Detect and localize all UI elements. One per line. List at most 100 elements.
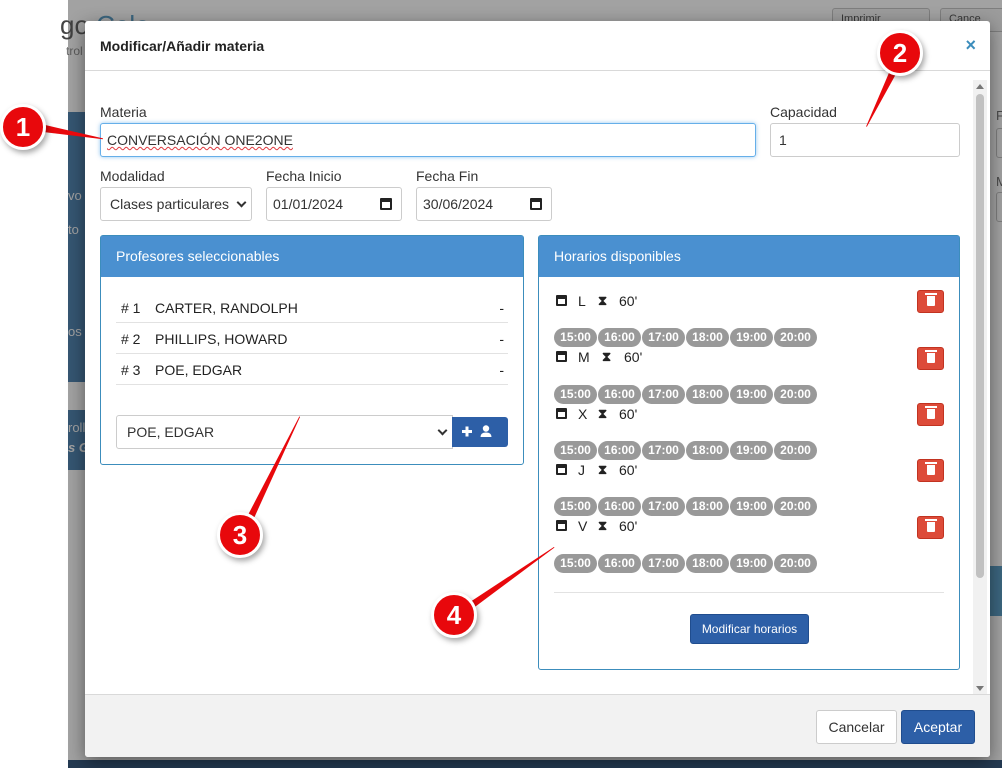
time-slots: 15:00 16:00 17:00 18:00 19:00 20:00 (554, 328, 817, 347)
capacidad-input[interactable]: 1 (770, 123, 960, 157)
duration-label: 60' (619, 406, 638, 422)
time-slot-pill: 17:00 (642, 328, 685, 347)
time-slot-pill: 17:00 (642, 497, 685, 516)
time-slot-pill: 19:00 (730, 441, 773, 460)
professor-number: # 1 (121, 300, 141, 316)
fecha-inicio-label: Fecha Inicio (266, 168, 342, 184)
callout-badge-1: 1 (0, 104, 46, 150)
edit-subject-modal: Modificar/Añadir materia × Materia CONVE… (85, 21, 990, 757)
time-slot-pill: 20:00 (774, 328, 817, 347)
professor-extra: - (499, 362, 504, 378)
calendar-icon (556, 520, 567, 531)
capacidad-label: Capacidad (770, 104, 837, 120)
time-slot-pill: 18:00 (686, 554, 729, 573)
background-bottom-bar (68, 760, 1002, 768)
trash-icon (925, 293, 937, 306)
professor-number: # 3 (121, 362, 141, 378)
calendar-icon[interactable] (530, 198, 542, 210)
day-label: L (578, 293, 586, 309)
chevron-down-icon (236, 197, 247, 208)
modify-schedules-button[interactable]: Modificar horarios (690, 614, 809, 644)
plus-icon (462, 426, 472, 437)
delete-schedule-button[interactable] (917, 403, 944, 426)
callout-badge-3: 3 (217, 512, 263, 558)
day-label: J (578, 462, 585, 478)
time-slot-pill: 19:00 (730, 328, 773, 347)
time-slot-pill: 18:00 (686, 385, 729, 404)
trash-icon (925, 519, 937, 532)
profesores-heading: Profesores seleccionables (101, 236, 523, 277)
chevron-down-icon (437, 425, 448, 436)
professor-name: POE, EDGAR (155, 362, 243, 378)
time-slot-pill: 18:00 (686, 497, 729, 516)
scroll-down-icon[interactable] (976, 686, 984, 691)
professor-name: PHILLIPS, HOWARD (155, 331, 288, 347)
fecha-inicio-input[interactable]: 01/01/2024 (266, 187, 402, 221)
hourglass-icon: ⧗ (598, 293, 608, 308)
scroll-up-icon[interactable] (976, 84, 984, 89)
trash-icon (925, 462, 937, 475)
delete-schedule-button[interactable] (917, 290, 944, 313)
time-slot-pill: 18:00 (686, 441, 729, 460)
add-professor-button[interactable] (452, 417, 508, 447)
list-item: # 3 POE, EDGAR - (116, 354, 508, 385)
calendar-icon (556, 295, 567, 306)
delete-schedule-button[interactable] (917, 516, 944, 539)
delete-schedule-button[interactable] (917, 459, 944, 482)
horarios-panel: Horarios disponibles L ⧗ 60' 15:00 16:00… (538, 235, 960, 670)
time-slot-pill: 17:00 (642, 385, 685, 404)
user-icon (480, 425, 492, 437)
time-slot-pill: 16:00 (598, 554, 641, 573)
materia-input[interactable]: CONVERSACIÓN ONE2ONE (100, 123, 756, 157)
modal-scrollbar[interactable] (973, 80, 987, 694)
close-icon[interactable]: × (965, 35, 976, 55)
time-slots: 15:00 16:00 17:00 18:00 19:00 20:00 (554, 441, 817, 460)
scroll-thumb[interactable] (976, 94, 984, 578)
time-slot-pill: 15:00 (554, 385, 597, 404)
professor-name: CARTER, RANDOLPH (155, 300, 298, 316)
fecha-fin-input[interactable]: 30/06/2024 (416, 187, 552, 221)
time-slots: 15:00 16:00 17:00 18:00 19:00 20:00 (554, 385, 817, 404)
calendar-icon (556, 464, 567, 475)
accept-button[interactable]: Aceptar (901, 710, 975, 744)
profesores-panel: Profesores seleccionables # 1 CARTER, RA… (100, 235, 524, 465)
modal-body: Materia CONVERSACIÓN ONE2ONE Capacidad 1… (85, 72, 990, 694)
time-slot-pill: 20:00 (774, 385, 817, 404)
delete-schedule-button[interactable] (917, 347, 944, 370)
professor-extra: - (499, 331, 504, 347)
schedule-day-row: X ⧗ 60' (554, 405, 944, 425)
modalidad-label: Modalidad (100, 168, 165, 184)
fecha-fin-value: 30/06/2024 (423, 196, 494, 212)
calendar-icon[interactable] (380, 198, 392, 210)
time-slot-pill: 17:00 (642, 554, 685, 573)
callout-badge-4: 4 (431, 592, 477, 638)
schedule-day-row: M ⧗ 60' (554, 348, 944, 368)
materia-label: Materia (100, 104, 147, 120)
time-slot-pill: 19:00 (730, 497, 773, 516)
time-slots: 15:00 16:00 17:00 18:00 19:00 20:00 (554, 497, 817, 516)
duration-label: 60' (624, 349, 643, 365)
time-slot-pill: 20:00 (774, 554, 817, 573)
professor-extra: - (499, 300, 504, 316)
materia-value: CONVERSACIÓN ONE2ONE (107, 132, 293, 148)
hourglass-icon: ⧗ (598, 518, 608, 533)
professor-number: # 2 (121, 331, 141, 347)
add-professor-icons (462, 425, 492, 437)
duration-label: 60' (619, 293, 638, 309)
day-label: X (578, 406, 588, 422)
time-slot-pill: 16:00 (598, 328, 641, 347)
professor-select[interactable]: POE, EDGAR (116, 415, 453, 449)
modal-title: Modificar/Añadir materia (100, 38, 265, 54)
time-slot-pill: 20:00 (774, 441, 817, 460)
modalidad-select[interactable]: Clases particulares (100, 187, 252, 221)
schedule-day-row: L ⧗ 60' (554, 292, 944, 312)
hourglass-icon: ⧗ (602, 349, 612, 364)
calendar-icon (556, 351, 567, 362)
cancel-button[interactable]: Cancelar (816, 710, 897, 744)
trash-icon (925, 406, 937, 419)
time-slot-pill: 19:00 (730, 385, 773, 404)
day-label: M (578, 349, 590, 365)
time-slot-pill: 15:00 (554, 441, 597, 460)
time-slot-pill: 20:00 (774, 497, 817, 516)
professor-select-value: POE, EDGAR (127, 424, 215, 440)
